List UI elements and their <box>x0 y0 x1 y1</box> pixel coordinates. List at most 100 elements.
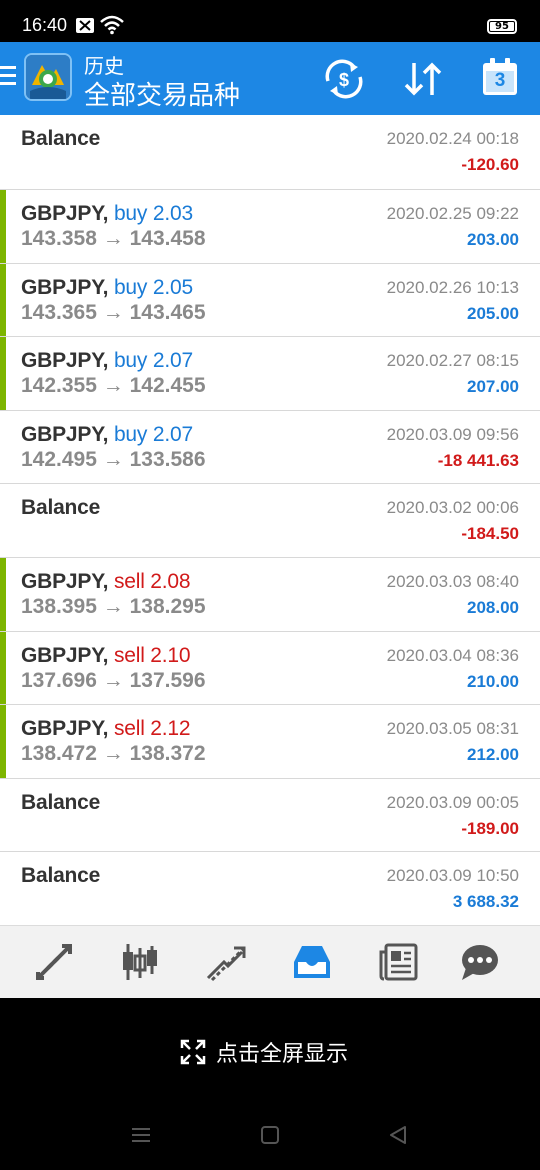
row-timestamp: 2020.03.09 00:05 <box>386 792 519 812</box>
news-icon[interactable] <box>378 942 418 982</box>
trade-side-volume: buy 2.05 <box>113 275 193 299</box>
row-amount: 208.00 <box>467 597 519 617</box>
battery-level: 95 <box>495 21 509 32</box>
recents-icon[interactable] <box>130 1126 152 1144</box>
symbol-label: GBPJPY, <box>21 349 109 373</box>
arrow-icon: → <box>102 300 124 324</box>
page-title[interactable]: 全部交易品种 <box>84 75 240 112</box>
close-price: 142.455 <box>129 374 206 398</box>
open-price: 138.472 <box>21 742 97 766</box>
row-amount: -120.60 <box>461 155 519 174</box>
balance-row[interactable]: Balance 2020.03.09 10:50 3 688.32 <box>0 852 540 926</box>
price-range: 138.472 → 138.372 <box>21 742 206 766</box>
symbol-filter-icon[interactable]: $ <box>322 59 366 99</box>
calendar-day: 3 <box>494 70 506 91</box>
chart-icon[interactable] <box>120 942 160 982</box>
quotes-icon[interactable] <box>34 942 74 982</box>
trade-side-volume: sell 2.10 <box>113 643 191 667</box>
trade-row[interactable]: GBPJPY, sell 2.12 138.472 → 138.372 2020.0… <box>0 705 540 779</box>
trade-marker <box>0 631 6 705</box>
arrow-icon: → <box>102 594 124 618</box>
arrow-icon: → <box>102 447 124 471</box>
price-range: 142.355 → 142.455 <box>21 374 206 398</box>
close-price: 133.586 <box>129 447 206 471</box>
trade-title: GBPJPY, buy 2.03 <box>21 202 193 226</box>
price-range: 142.495 → 133.586 <box>21 448 206 472</box>
trade-marker <box>0 705 6 778</box>
sort-icon[interactable] <box>402 59 444 99</box>
close-price: 138.295 <box>129 594 206 618</box>
trade-row[interactable]: GBPJPY, buy 2.07 142.495 → 133.586 2020.03… <box>0 411 540 485</box>
row-timestamp: 2020.03.09 09:56 <box>386 424 519 444</box>
close-price: 137.596 <box>129 668 206 692</box>
chat-icon[interactable] <box>460 942 500 982</box>
trade-side-volume: buy 2.03 <box>113 202 193 225</box>
row-amount: 210.00 <box>467 671 519 691</box>
row-amount: 3 688.32 <box>452 892 519 912</box>
trade-row[interactable]: GBPJPY, sell 2.08 138.395 → 138.295 2020.0… <box>0 557 540 632</box>
open-price: 142.495 <box>21 447 97 471</box>
balance-label: Balance <box>21 790 101 814</box>
close-price: 143.458 <box>129 227 206 250</box>
trade-title: GBPJPY, sell 2.08 <box>21 570 191 594</box>
open-price: 138.395 <box>21 594 97 618</box>
trade-icon[interactable] <box>206 942 246 982</box>
history-list: Balance 2020.02.24 00:18 -120.60 GBPJPY, bu… <box>0 115 540 926</box>
symbol-label: GBPJPY, <box>21 422 109 446</box>
price-range: 137.696 → 137.596 <box>21 669 206 693</box>
row-timestamp: 2020.03.02 00:06 <box>386 498 519 518</box>
price-range: 143.358 → 143.458 <box>21 227 206 251</box>
menu-icon[interactable] <box>0 66 16 88</box>
balance-row[interactable]: Balance 2020.02.24 00:18 -120.60 <box>0 115 540 190</box>
close-price: 143.465 <box>129 300 206 324</box>
trade-side-volume: buy 2.07 <box>113 349 193 373</box>
open-price: 143.365 <box>21 300 97 324</box>
calendar-icon[interactable]: 3 <box>482 58 518 96</box>
row-timestamp: 2020.02.25 09:22 <box>386 204 519 223</box>
row-timestamp: 2020.03.09 10:50 <box>386 866 519 886</box>
trade-title: GBPJPY, sell 2.12 <box>21 717 191 741</box>
row-timestamp: 2020.03.04 08:36 <box>386 645 519 665</box>
trade-row[interactable]: GBPJPY, buy 2.07 142.355 → 142.455 2020.02… <box>0 337 540 411</box>
trade-title: GBPJPY, sell 2.10 <box>21 643 191 668</box>
trade-marker <box>0 557 6 631</box>
trade-title: GBPJPY, buy 2.05 <box>21 276 193 300</box>
symbol-label: GBPJPY, <box>21 717 109 741</box>
row-timestamp: 2020.03.03 08:40 <box>386 571 519 591</box>
trade-side-volume: buy 2.07 <box>113 422 193 446</box>
trade-marker <box>0 190 6 263</box>
expand-icon <box>180 1039 206 1065</box>
arrow-icon: → <box>102 227 124 250</box>
home-icon[interactable] <box>260 1126 280 1144</box>
trade-marker <box>0 263 6 337</box>
price-range: 138.395 → 138.295 <box>21 595 206 619</box>
row-amount: -189.00 <box>461 818 519 838</box>
wifi-icon <box>100 15 124 35</box>
open-price: 143.358 <box>21 227 97 250</box>
app-header: 历史 全部交易品种 $ 3 <box>0 42 540 115</box>
balance-label: Balance <box>21 127 101 150</box>
row-timestamp: 2020.02.26 10:13 <box>386 277 519 297</box>
symbol-label: GBPJPY, <box>21 643 109 667</box>
balance-row[interactable]: Balance 2020.03.02 00:06 -184.50 <box>0 484 540 558</box>
trade-row[interactable]: GBPJPY, buy 2.05 143.365 → 143.465 2020.02… <box>0 263 540 338</box>
arrow-icon: → <box>102 742 124 766</box>
status-time: 16:40 <box>22 15 68 35</box>
balance-label: Balance <box>21 496 101 520</box>
balance-row[interactable]: Balance 2020.03.09 00:05 -189.00 <box>0 779 540 853</box>
price-range: 143.365 → 143.465 <box>21 301 206 325</box>
arrow-icon: → <box>102 374 124 398</box>
battery-icon: 95 <box>487 19 517 34</box>
trade-row[interactable]: GBPJPY, buy 2.03 143.358 → 143.458 2020.02… <box>0 190 540 264</box>
symbol-label: GBPJPY, <box>21 202 109 225</box>
close-price: 138.372 <box>129 742 206 766</box>
trade-row[interactable]: GBPJPY, sell 2.10 137.696 → 137.596 2020.0… <box>0 631 540 706</box>
fullscreen-button[interactable]: 点击全屏显示 <box>180 1036 348 1068</box>
open-price: 137.696 <box>21 668 97 692</box>
row-amount: 207.00 <box>467 377 519 397</box>
row-timestamp: 2020.02.24 00:18 <box>386 129 519 148</box>
history-icon[interactable] <box>292 942 332 982</box>
trade-side-volume: sell 2.12 <box>113 717 191 741</box>
back-icon[interactable] <box>388 1126 408 1144</box>
open-price: 142.355 <box>21 374 97 398</box>
